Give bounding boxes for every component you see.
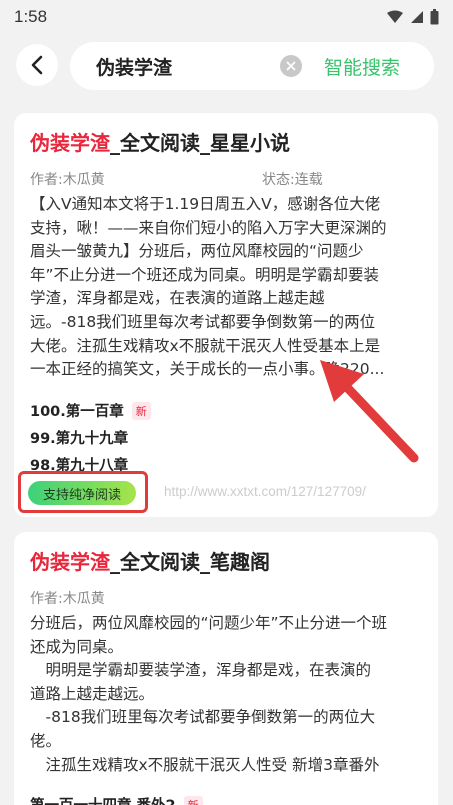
chapter-label: 99.第九十九章 [30,431,129,447]
chevron-left-icon [31,55,43,75]
result-description: 【入V通知本文将于1.19日周五入V，感谢各位大佬 支持，啾！——来自你们短小的… [30,193,426,382]
result-description: 分班后，两位风靡校园的“问题少年”不止分进一个班 还成为同桌。 明明是学霸却要装… [30,612,426,777]
back-button[interactable] [16,44,58,86]
result-title[interactable]: 伪装学渣_全文阅读_星星小说 [30,127,290,156]
search-input[interactable]: 伪装学渣 [96,53,280,80]
author-label: 作者:木瓜黄 [30,172,105,188]
description-line: 佬。 [30,731,62,750]
status-time: 1:58 [14,7,48,26]
chapter-item[interactable]: 100.第一百章 新 [30,397,151,424]
description-line: 分班后，两位风靡校园的“问题少年”不止分进一个班 [30,614,388,632]
description-line: -818我们班里每次考试都要争倒数第一的两位大 [30,708,376,727]
smart-search-button[interactable]: 智能搜索 [324,53,400,80]
chapter-list: 100.第一百章 新 99.第九十九章 98.第九十八章 [30,397,151,478]
chapter-label: 100.第一百章 [30,404,124,420]
title-rest: _全文阅读_笔趣阁 [110,550,270,574]
title-highlight: 伪装学渣 [30,131,110,155]
clear-search-button[interactable] [279,55,302,77]
description-line: 学渣，浑身都是戏，在表演的道路上越走越 [30,289,325,308]
annotation-arrow-icon [320,360,419,463]
result-title[interactable]: 伪装学渣_全文阅读_笔趣阁 [30,546,270,575]
status-icons [386,9,439,25]
new-badge: 新 [131,401,151,420]
description-line: 眉头一皱黄九】分班后，两位风靡校园的“问题少 [30,242,364,261]
new-badge: 新 [183,795,203,805]
description-line: 远。-818我们班里每次考试都要争倒数第一的两位 [30,312,376,331]
wifi-icon [387,10,403,23]
title-highlight: 伪装学渣 [30,550,110,574]
chapter-label: 第一百一十四章 番外2 [30,794,176,805]
description-line: 还成为同桌。 [30,637,124,656]
description-line: 【入V通知本文将于1.19日周五入V，感谢各位大佬 [30,195,381,213]
result-card[interactable]: 伪装学渣_全文阅读_笔趣阁 作者:木瓜黄 分班后，两位风靡校园的“问题少年”不止… [14,532,438,805]
close-icon [286,61,296,71]
description-line: 道路上越走越远。 [30,684,155,703]
title-rest: _全文阅读_星星小说 [110,131,290,155]
description-line: 年”不止分进一个班还成为同桌。明明是学霸却要装 [30,265,380,284]
description-line: 支持，啾！——来自你们短小的陷入万字大更深渊的 [30,218,387,237]
author-label: 作者:木瓜黄 [30,591,105,607]
chapter-item[interactable]: 99.第九十九章 [30,424,151,451]
search-header: 伪装学渣 智能搜索 [0,38,453,94]
signal-icon [411,11,423,23]
description-line: 大佬。注孤生戏精攻x不服就干泯灭人性受基本上是 [30,336,381,355]
source-url: http://www.xxtxt.com/127/127709/ [164,484,366,499]
description-line: 注孤生戏精攻x不服就干泯灭人性受 新增3章番外 [30,755,380,774]
status-bar: 1:58 [0,0,453,34]
chapter-item[interactable]: 第一百一十四章 番外2 新 [30,794,203,805]
status-label: 状态:连载 [262,172,323,188]
pure-read-button[interactable]: 支持纯净阅读 [28,481,136,505]
search-box: 伪装学渣 智能搜索 [70,42,434,90]
description-line: 明明是学霸却要装学渣，浑身都是戏，在表演的 [30,661,372,680]
battery-icon [430,9,439,25]
